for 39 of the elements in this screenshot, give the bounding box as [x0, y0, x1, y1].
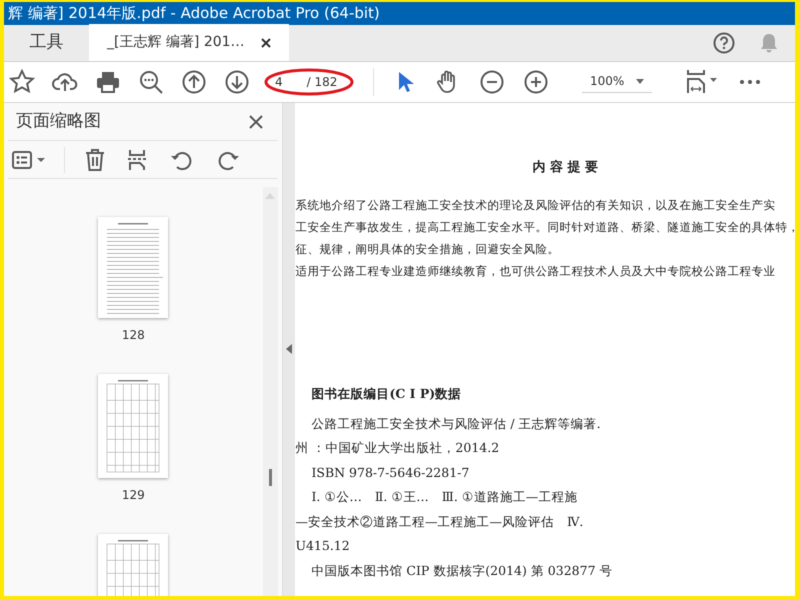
cip-line: 州 ：中国矿业大学出版社，2014.2 — [295, 439, 500, 458]
fit-page-icon[interactable] — [685, 68, 719, 95]
page-count: / 182 — [306, 74, 338, 91]
close-icon[interactable] — [248, 114, 264, 130]
cip-heading: 图书在版编目(C I P)数据 — [311, 384, 462, 403]
help-icon[interactable] — [713, 32, 735, 54]
paragraph-text: 适用于公路工程专业建造师继续教育，也可供公路工程技术人员及大中专院校公路工程专业 — [295, 262, 776, 280]
paragraph-text: 工安全生产事故发生，提高工程施工安全水平。同时针对道路、桥梁、隧道施工安全的具体特， — [295, 218, 795, 236]
page-number-label: 129 — [122, 487, 145, 504]
page-thumbnail[interactable] — [98, 217, 168, 318]
star-icon[interactable] — [9, 68, 35, 95]
zoom-in-icon[interactable] — [523, 68, 549, 95]
cip-line: 中国版本图书馆 CIP 数据核字(2014) 第 032877 号 — [311, 562, 614, 580]
options-icon[interactable] — [12, 150, 48, 170]
paragraph-text: 系统地介绍了公路工程施工安全技术的理论及风险评估的有关知识，以及在施工安全生产实 — [295, 196, 776, 214]
panel-title: 页面缩略图 — [16, 110, 101, 133]
page-number-label: 128 — [122, 327, 145, 344]
page-thumbnail[interactable] — [98, 374, 168, 478]
zoom-out-icon[interactable] — [479, 68, 505, 95]
window-title: 辉 编著] 2014年版.pdf - Adobe Acrobat Pro (64-bit) — [4, 2, 795, 25]
scrollbar[interactable] — [262, 187, 278, 596]
cip-line: ISBN 978-7-5646-2281-7 — [311, 464, 470, 482]
cip-line: U415.12 — [295, 537, 351, 556]
paragraph-text: 征、规律，阐明具体的安全措施，回避安全风险。 — [295, 240, 560, 258]
close-icon[interactable] — [260, 38, 271, 48]
tab[interactable]: 工具 — [4, 24, 89, 61]
cip-line: 公路工程施工安全技术与风险评估 / 王志辉等编著. — [311, 414, 602, 433]
zoom-dropdown[interactable]: 100% — [582, 70, 652, 94]
caret-icon — [636, 78, 644, 84]
cip-line: Ⅰ. ①公… Ⅱ. ①王… Ⅲ. ①道路施工—工程施 — [311, 488, 578, 506]
zoom-out-search-icon[interactable] — [138, 68, 164, 95]
cip-line: —安全技术②道路工程—工程施工—风险评估 Ⅳ. — [295, 512, 584, 531]
collapse-arrow-icon[interactable] — [286, 344, 292, 354]
document-heading: 内 容 提 要 — [531, 158, 600, 177]
next-page-icon[interactable] — [224, 68, 250, 95]
page-number-field[interactable]: 4 — [275, 72, 283, 91]
previous-page-icon[interactable] — [181, 68, 207, 95]
tab[interactable]: _[王志辉 编著] 201… — [89, 24, 289, 61]
scrollbar-thumb[interactable] — [268, 469, 272, 486]
